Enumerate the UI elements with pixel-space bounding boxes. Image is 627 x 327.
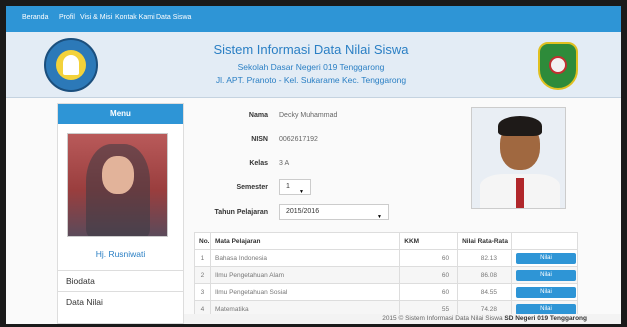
row-subject: Bahasa Indonesia — [209, 249, 401, 267]
student-photo — [471, 107, 566, 209]
footer-text: 2015 © Sistem Informasi Data Nilai Siswa — [382, 315, 505, 322]
menu-header: Menu — [58, 104, 183, 124]
nilai-button[interactable]: Nilai — [515, 286, 576, 298]
nilai-button[interactable]: Nilai — [515, 252, 576, 264]
nisn-value: 0062617192 — [279, 136, 318, 143]
nama-value: Decky Muhammad — [279, 112, 338, 119]
col-mata-pelajaran: Mata Pelajaran — [209, 232, 401, 250]
row-no: 3 — [194, 283, 211, 301]
kutai-kartanegara-logo — [538, 42, 578, 90]
row-subject: Ilmu Pengetahuan Sosial — [209, 283, 401, 301]
row-kkm: 60 — [399, 249, 459, 267]
row-average: 84.55 — [457, 283, 512, 301]
nama-label: Nama — [248, 112, 268, 119]
row-no: 2 — [194, 266, 211, 284]
nav-visi-misi[interactable]: Visi & Misi — [80, 14, 112, 21]
nisn-label: NISN — [251, 136, 268, 143]
sidebar: Menu Hj. Rusniwati Biodata Data Nilai — [57, 103, 184, 324]
tahun-pelajaran-select[interactable]: 2015/2016 ▼ — [279, 204, 389, 220]
table-row: 2 Ilmu Pengetahuan Alam 60 86.08 Nilai — [194, 266, 579, 284]
teacher-photo — [67, 133, 168, 237]
nav-kontak-kami[interactable]: Kontak Kami — [115, 14, 155, 21]
table-header-row: No. Mata Pelajaran KKM Nilai Rata-Rata — [194, 232, 579, 250]
page: Beranda Profil Visi & Misi Kontak Kami D… — [6, 6, 621, 324]
tahun-label: Tahun Pelajaran — [214, 209, 268, 216]
nav-beranda[interactable]: Beranda — [22, 14, 48, 21]
grades-table: No. Mata Pelajaran KKM Nilai Rata-Rata 1… — [194, 232, 579, 318]
nilai-button[interactable]: Nilai — [515, 303, 576, 315]
row-no: 1 — [194, 249, 211, 267]
tut-wuri-handayani-logo — [44, 38, 98, 92]
school-name: Sekolah Dasar Negeri 019 Tenggarong — [237, 62, 385, 72]
teacher-name: Hj. Rusniwati — [95, 249, 146, 259]
col-action — [510, 232, 579, 250]
semester-selected-value: 1 — [286, 183, 290, 190]
nilai-button[interactable]: Nilai — [515, 269, 576, 281]
tahun-selected-value: 2015/2016 — [286, 208, 320, 215]
table-row: 1 Bahasa Indonesia 60 82.13 Nilai — [194, 249, 579, 267]
school-address: Jl. APT. Pranoto - Kel. Sukarame Kec. Te… — [215, 75, 407, 85]
caret-down-icon: ▼ — [299, 189, 304, 195]
nav-profil[interactable]: Profil — [59, 14, 75, 21]
footer-school: SD Negeri 019 Tenggarong — [504, 315, 587, 322]
screen-frame: Beranda Profil Visi & Misi Kontak Kami D… — [0, 0, 627, 327]
row-average: 86.08 — [457, 266, 512, 284]
col-no: No. — [194, 232, 211, 250]
site-title: Sistem Informasi Data Nilai Siswa — [213, 42, 409, 57]
row-kkm: 60 — [399, 283, 459, 301]
semester-label: Semester — [236, 184, 268, 191]
kelas-value: 3 A — [279, 160, 290, 167]
site-header: Sistem Informasi Data Nilai Siswa Sekola… — [6, 32, 621, 98]
col-nilai-rata-rata: Nilai Rata-Rata — [457, 232, 512, 250]
top-navbar: Beranda Profil Visi & Misi Kontak Kami D… — [6, 6, 621, 32]
row-average: 82.13 — [457, 249, 512, 267]
nav-data-siswa[interactable]: Data Siswa — [156, 14, 191, 21]
sidebar-item-data-nilai[interactable]: Data Nilai — [58, 291, 183, 312]
kelas-label: Kelas — [249, 160, 268, 167]
row-subject: Ilmu Pengetahuan Alam — [209, 266, 401, 284]
caret-down-icon: ▼ — [377, 214, 382, 220]
semester-select[interactable]: 1 ▼ — [279, 179, 311, 195]
row-kkm: 60 — [399, 266, 459, 284]
sidebar-item-biodata[interactable]: Biodata — [58, 270, 183, 291]
col-kkm: KKM — [399, 232, 459, 250]
page-footer: 2015 © Sistem Informasi Data Nilai Siswa… — [184, 314, 621, 324]
table-row: 3 Ilmu Pengetahuan Sosial 60 84.55 Nilai — [194, 283, 579, 301]
